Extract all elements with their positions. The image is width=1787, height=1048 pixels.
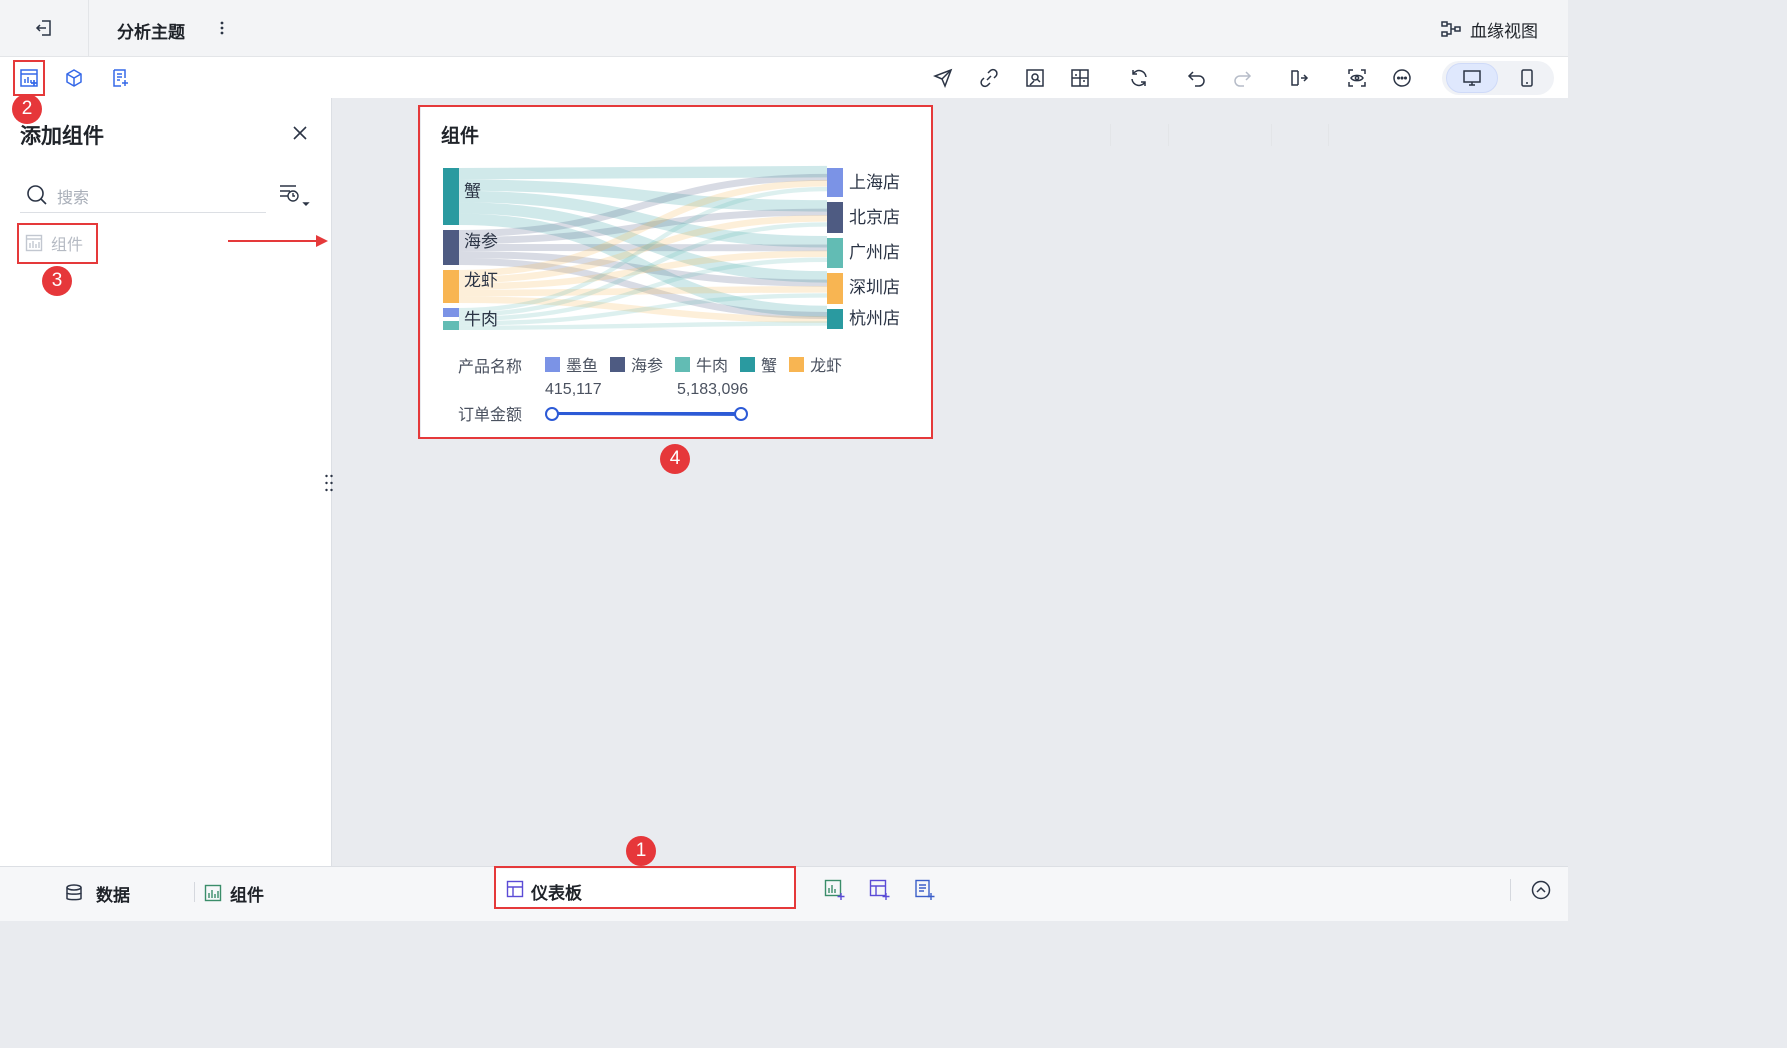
highlight-widget-item bbox=[17, 223, 98, 264]
highlight-add-widget bbox=[13, 60, 45, 96]
widget-tab-label: 组件 bbox=[230, 885, 264, 905]
drag-arrow bbox=[228, 232, 332, 250]
panel-title: 添加组件 bbox=[20, 125, 104, 148]
data-tab-label: 数据 bbox=[96, 885, 130, 905]
add-chart-icon[interactable] bbox=[822, 877, 848, 903]
page-title: 分析主题 bbox=[117, 23, 185, 42]
data-tab[interactable]: 数据 bbox=[64, 879, 130, 907]
redo-icon[interactable] bbox=[1229, 65, 1255, 91]
toolbar bbox=[0, 57, 1568, 146]
top-bar: 分析主题 血缘视图 bbox=[0, 0, 1568, 57]
step-badge-2: 2 bbox=[12, 94, 42, 124]
search-input[interactable]: 搜索 bbox=[57, 184, 89, 208]
add-text-icon[interactable] bbox=[107, 65, 133, 91]
resize-handle-icon[interactable] bbox=[322, 472, 336, 494]
divider bbox=[194, 882, 195, 902]
lineage-view-label: 血缘视图 bbox=[1470, 21, 1538, 41]
desktop-view-button[interactable] bbox=[1446, 63, 1498, 93]
add-dashboard-icon[interactable] bbox=[867, 877, 893, 903]
image-search-icon[interactable] bbox=[1022, 65, 1048, 91]
search-icon bbox=[26, 184, 48, 206]
more-vertical-icon[interactable] bbox=[212, 16, 232, 40]
toolbar-divider bbox=[1271, 124, 1272, 146]
layout-grid-icon[interactable] bbox=[1067, 65, 1093, 91]
filter-history-icon[interactable] bbox=[278, 182, 310, 210]
add-report-icon[interactable] bbox=[912, 877, 938, 903]
undo-icon[interactable] bbox=[1184, 65, 1210, 91]
toolbar-divider bbox=[1110, 124, 1111, 146]
add-3d-model-icon[interactable] bbox=[61, 65, 87, 91]
export-icon[interactable] bbox=[1286, 65, 1312, 91]
link-icon[interactable] bbox=[976, 65, 1002, 91]
divider bbox=[1510, 879, 1511, 901]
database-icon bbox=[64, 883, 84, 903]
preview-icon[interactable] bbox=[1344, 65, 1370, 91]
highlight-widget-card bbox=[418, 105, 933, 439]
toolbar-divider bbox=[1168, 124, 1169, 146]
exit-icon[interactable] bbox=[30, 14, 58, 42]
search-field[interactable]: 搜索 bbox=[20, 176, 266, 213]
collapse-up-icon[interactable] bbox=[1528, 877, 1554, 903]
bar-chart-icon bbox=[204, 884, 222, 902]
widget-tab[interactable]: 组件 bbox=[204, 879, 264, 907]
step-badge-4: 4 bbox=[660, 444, 690, 474]
mobile-icon bbox=[1521, 69, 1533, 87]
send-icon[interactable] bbox=[930, 65, 956, 91]
highlight-dashboard-tab bbox=[494, 866, 796, 909]
lineage-view-button[interactable]: 血缘视图 bbox=[1440, 16, 1550, 42]
close-icon[interactable] bbox=[288, 121, 312, 145]
more-horizontal-icon[interactable] bbox=[1389, 65, 1415, 91]
desktop-icon bbox=[1463, 70, 1481, 86]
refresh-icon[interactable] bbox=[1126, 65, 1152, 91]
step-badge-1: 1 bbox=[626, 836, 656, 866]
toolbar-divider bbox=[1328, 124, 1329, 146]
lineage-icon bbox=[1440, 20, 1462, 38]
step-badge-3: 3 bbox=[42, 266, 72, 296]
add-widget-panel: 添加组件 搜索 组件 bbox=[0, 98, 333, 866]
divider bbox=[88, 0, 89, 56]
mobile-view-button[interactable] bbox=[1503, 63, 1551, 93]
